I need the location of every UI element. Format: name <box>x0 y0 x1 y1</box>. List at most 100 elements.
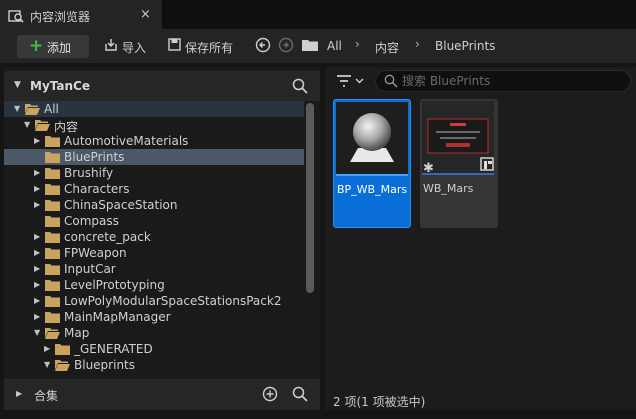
tab-content-browser[interactable]: 内容浏览器 × <box>0 0 162 29</box>
folder-icon <box>45 216 60 227</box>
close-icon[interactable]: × <box>140 7 151 22</box>
collections-header[interactable]: ▶ 合集 <box>4 379 320 410</box>
expand-right-icon[interactable]: ▶ <box>34 200 40 209</box>
tree-item-label: Map <box>64 326 90 340</box>
asset-search-input[interactable] <box>402 73 622 89</box>
asset-search[interactable] <box>375 70 631 92</box>
folder-open-icon <box>35 120 50 131</box>
asset-type-bar <box>336 174 408 176</box>
asset-tile-bp-wb-mars[interactable]: BP_WB_Mars <box>333 99 411 228</box>
breadcrumb-blueprints[interactable]: BluePrints <box>435 39 495 53</box>
asset-tile-wb-mars[interactable]: ✱ WB_Mars <box>420 99 498 228</box>
tree-item[interactable]: ▶ MainMapManager <box>4 309 304 325</box>
import-icon <box>105 39 117 51</box>
breadcrumb-separator-icon: › <box>355 37 360 51</box>
folder-open-icon <box>45 328 60 339</box>
folder-icon <box>45 232 60 243</box>
tree-item-label: FPWeapon <box>64 246 127 260</box>
folder-icon <box>45 248 60 259</box>
folder-icon <box>45 264 60 275</box>
tree-item[interactable]: ▶ AutomotiveMaterials <box>4 133 304 149</box>
folder-icon <box>45 296 60 307</box>
asset-name: WB_Mars <box>423 182 474 195</box>
folder-icon <box>45 280 60 291</box>
add-button-label: 添加 <box>47 41 72 55</box>
expand-right-icon[interactable]: ▶ <box>34 184 40 193</box>
tree-item-label: Blueprints <box>74 358 136 372</box>
modified-star-icon: ✱ <box>423 161 434 176</box>
folder-tree: ▼ All ▼ 内容 ▶ AutomotiveMaterials BluePrints ▶ Br… <box>4 101 304 377</box>
content-browser-icon <box>8 10 24 23</box>
asset-view: BP_WB_Mars ✱ WB_Mars 2 项(1 项被选中) <box>325 67 636 410</box>
expand-right-icon[interactable]: ▶ <box>34 136 40 145</box>
expand-right-icon[interactable]: ▶ <box>44 344 50 353</box>
breadcrumb-separator-icon: › <box>415 37 420 51</box>
save-icon <box>168 38 181 51</box>
search-icon <box>384 74 398 88</box>
tree-item[interactable]: ▶ InputCar <box>4 261 304 277</box>
expand-down-icon[interactable]: ▼ <box>34 328 40 337</box>
save-all-button[interactable]: 保存所有 <box>185 39 233 56</box>
sources-panel: ▼ MyTanCe ▼ All ▼ 内容 ▶ AutomotiveMaterials Blu… <box>4 67 320 410</box>
tree-item[interactable]: ▶ LowPolyModularSpaceStationsPack2 <box>4 293 304 309</box>
breadcrumb-content[interactable]: 内容 <box>375 39 399 56</box>
project-title: MyTanCe <box>30 79 90 93</box>
tree-item[interactable]: ▼ 内容 <box>4 117 304 134</box>
folder-icon <box>302 40 318 51</box>
expand-right-icon[interactable]: ▶ <box>34 280 40 289</box>
expand-right-icon[interactable]: ▶ <box>34 248 40 257</box>
tree-item[interactable]: Compass <box>4 213 304 229</box>
expand-down-icon[interactable]: ▼ <box>44 360 50 369</box>
tree-item-label: AutomotiveMaterials <box>64 134 189 148</box>
widget-type-icon <box>480 157 494 171</box>
tree-item-label: Compass <box>64 214 119 228</box>
tree-item[interactable]: ▶ ChinaSpaceStation <box>4 197 304 213</box>
expand-arrow-icon[interactable]: ▶ <box>16 389 22 398</box>
tree-item[interactable]: ▶ _GENERATED <box>4 341 304 357</box>
tree-item[interactable]: ▶ LevelPrototyping <box>4 277 304 293</box>
folder-icon <box>45 184 60 195</box>
tree-item-label: concrete_pack <box>64 230 151 244</box>
folder-icon <box>55 344 70 355</box>
tree-item[interactable]: ▼ All <box>4 101 304 117</box>
expand-right-icon[interactable]: ▶ <box>34 232 40 241</box>
sources-header[interactable]: ▼ MyTanCe <box>4 71 320 101</box>
back-icon[interactable] <box>255 37 271 53</box>
tree-item-label: All <box>44 102 59 116</box>
tree-item[interactable]: BluePrints <box>4 149 304 165</box>
folder-icon <box>45 200 60 211</box>
collapse-arrow-icon[interactable]: ▼ <box>14 80 21 90</box>
tree-item-label: Brushify <box>64 166 114 180</box>
breadcrumb-all[interactable]: All <box>327 39 342 53</box>
tree-item[interactable]: ▼ Blueprints <box>4 357 304 373</box>
add-button[interactable]: + 添加 <box>17 35 89 58</box>
folder-icon <box>45 312 60 323</box>
tree-item-label: LevelPrototyping <box>64 278 165 292</box>
tree-item[interactable]: ▼ Map <box>4 325 304 341</box>
folder-icon <box>45 168 60 179</box>
expand-right-icon[interactable]: ▶ <box>34 168 40 177</box>
expand-right-icon[interactable]: ▶ <box>34 264 40 273</box>
add-collection-icon[interactable] <box>262 386 278 402</box>
folder-icon <box>45 152 60 163</box>
tree-item-label: BluePrints <box>64 150 125 164</box>
tab-bar: 内容浏览器 × <box>0 0 636 29</box>
forward-icon[interactable] <box>278 37 294 53</box>
tree-item[interactable]: ▶ concrete_pack <box>4 229 304 245</box>
folder-icon <box>45 136 60 147</box>
expand-right-icon[interactable]: ▶ <box>34 312 40 321</box>
tree-item[interactable]: ▶ Brushify <box>4 165 304 181</box>
filter-icon[interactable] <box>335 72 365 90</box>
tree-item[interactable]: ▶ Characters <box>4 181 304 197</box>
expand-down-icon[interactable]: ▼ <box>24 120 30 129</box>
search-icon[interactable] <box>292 386 308 402</box>
search-icon[interactable] <box>292 78 308 94</box>
plus-icon: + <box>29 36 44 56</box>
tree-scrollbar[interactable] <box>306 103 314 293</box>
expand-right-icon[interactable]: ▶ <box>34 296 40 305</box>
tree-item-label: MainMapManager <box>64 310 171 324</box>
expand-down-icon[interactable]: ▼ <box>14 104 20 113</box>
tree-item[interactable]: ▶ FPWeapon <box>4 245 304 261</box>
tree-item-label: _GENERATED <box>74 342 153 356</box>
import-button[interactable]: 导入 <box>122 39 146 56</box>
